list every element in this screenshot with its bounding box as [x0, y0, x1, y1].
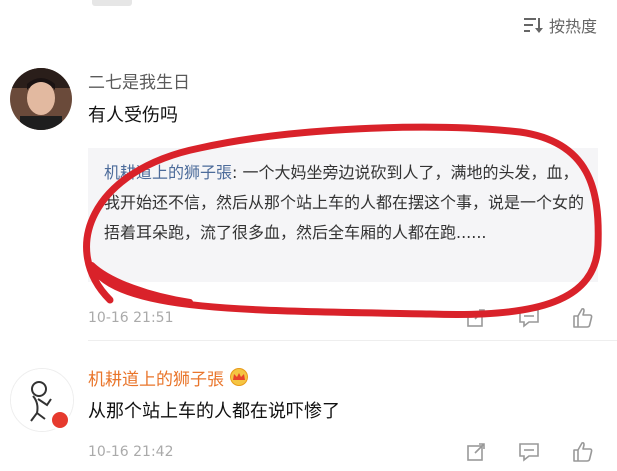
comment-timestamp: 10-16 21:51: [88, 310, 174, 326]
reply-separator: :: [232, 163, 243, 182]
like-thumb-icon[interactable]: [571, 306, 595, 330]
author-name-text: 机耕道上的狮子張: [88, 370, 224, 390]
avatar[interactable]: [10, 68, 72, 130]
verified-badge: [50, 410, 70, 430]
share-icon[interactable]: [465, 441, 487, 463]
comment-text: 从那个站上车的人都在说吓惨了: [88, 401, 340, 422]
like-thumb-icon[interactable]: [571, 440, 595, 464]
comment-icon[interactable]: [517, 441, 541, 463]
comment-actions: [465, 440, 595, 464]
reply-author-name[interactable]: 机耕道上的狮子張: [104, 163, 232, 182]
comment-actions: [465, 306, 595, 330]
comment-item: 二七是我生日 有人受伤吗 机耕道上的狮子張: 一个大妈坐旁边说砍到人了，满地的头…: [0, 0, 617, 340]
comment-text: 有人受伤吗: [88, 105, 178, 126]
reply-preview-box[interactable]: 机耕道上的狮子張: 一个大妈坐旁边说砍到人了，满地的头发，血，我开始还不信，然后…: [88, 148, 598, 282]
crown-icon: [228, 368, 250, 392]
comment-timestamp: 10-16 21:42: [88, 444, 174, 460]
comment-item: 机耕道上的狮子張 从那个站上车的人都在说吓惨了 10-16 21:42: [0, 340, 617, 471]
comment-author-name[interactable]: 二七是我生日: [88, 72, 190, 94]
share-icon[interactable]: [465, 307, 487, 329]
reply-text-block: 机耕道上的狮子張: 一个大妈坐旁边说砍到人了，满地的头发，血，我开始还不信，然后…: [104, 158, 590, 248]
comment-icon[interactable]: [517, 307, 541, 329]
comment-author-name[interactable]: 机耕道上的狮子張: [88, 368, 250, 392]
